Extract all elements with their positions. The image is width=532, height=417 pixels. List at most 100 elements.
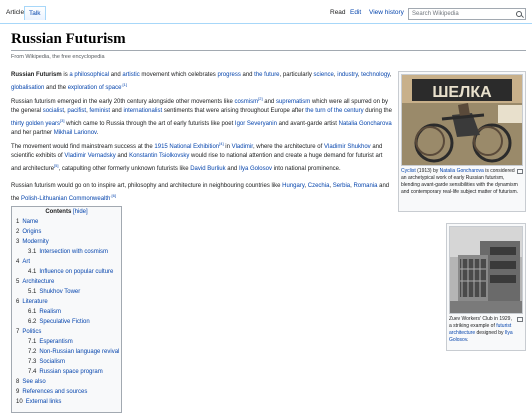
search-icon[interactable] <box>516 11 522 17</box>
toc-item-link[interactable]: Name <box>22 219 38 225</box>
toc-item[interactable]: 7.4 Russian space program <box>16 367 117 377</box>
toc-item[interactable]: 7 Politics <box>16 327 117 337</box>
text-run: , <box>389 72 392 78</box>
toc-item[interactable]: 7.3 Socialism <box>16 357 117 367</box>
citation-link[interactable]: .[6] <box>110 193 116 198</box>
inline-link[interactable]: Cyclist <box>401 168 416 174</box>
text-run: , where the architecture of <box>252 144 324 150</box>
inline-link[interactable]: socialist <box>43 108 64 114</box>
toc-item[interactable]: 6.2 Speculative Fiction <box>16 317 117 327</box>
toc-item[interactable]: 6 Literature <box>16 297 117 307</box>
toc-item-link[interactable]: Influence on popular culture <box>39 269 113 275</box>
search-input[interactable]: Search Wikipedia <box>408 8 526 20</box>
inline-link[interactable]: internationalist <box>123 108 162 114</box>
toc-item[interactable]: 7.2 Non-Russian language revival <box>16 347 119 357</box>
painting-lettering: ШЕЛКА <box>432 84 492 101</box>
inline-link[interactable]: Vladimir Vernadsky <box>64 153 115 159</box>
toc-item[interactable]: 3 Modernity <box>16 237 117 247</box>
toc-item-link[interactable]: Modernity <box>22 239 48 245</box>
inline-link[interactable]: the future <box>254 72 279 78</box>
inline-link[interactable]: progress <box>217 72 240 78</box>
toc-item-link[interactable]: Russian space program <box>39 369 102 375</box>
inline-link[interactable]: exploration of space <box>68 85 122 91</box>
inline-link[interactable]: Romania <box>353 183 377 189</box>
enlarge-icon[interactable] <box>517 317 523 322</box>
toc-item[interactable]: 6.1 Realism <box>16 307 117 317</box>
inline-link[interactable]: industry <box>337 72 358 78</box>
toc-item-link[interactable]: Literature <box>22 299 47 305</box>
inline-link[interactable]: Czechia <box>308 183 330 189</box>
inline-link[interactable]: globalisation <box>11 85 44 91</box>
inline-link[interactable]: thirty golden years <box>11 121 60 127</box>
toc-item-link[interactable]: Art <box>22 259 30 265</box>
zuev-workers-club-image[interactable] <box>449 226 523 314</box>
inline-link[interactable]: Vladimir <box>232 144 253 150</box>
toc-item[interactable]: 4.1 Influence on popular culture <box>16 267 117 277</box>
toc-item-link[interactable]: Realism <box>39 309 61 315</box>
toc-item-link[interactable]: See also <box>22 379 45 385</box>
toc-item[interactable]: 4 Art <box>16 257 117 267</box>
inline-link[interactable]: Natalia Goncharova <box>440 168 484 174</box>
toc-item-link[interactable]: Origins <box>22 229 41 235</box>
inline-link[interactable]: Mikhail Larionov <box>54 130 97 136</box>
tab-view-history[interactable]: View history <box>369 9 404 16</box>
inline-link[interactable]: Hungary <box>282 183 304 189</box>
tab-read[interactable]: Read <box>330 9 346 16</box>
toc-item-link[interactable]: Non-Russian language revival <box>39 349 119 355</box>
cyclist-painting-image[interactable]: ШЕЛКА <box>401 74 523 166</box>
toc-item-number: 7.4 <box>28 369 37 375</box>
inline-link[interactable]: science <box>314 72 334 78</box>
inline-link[interactable]: Natalia Goncharova <box>339 121 392 127</box>
inline-link[interactable]: the turn of the century <box>305 108 363 114</box>
enlarge-icon[interactable] <box>517 169 523 174</box>
toc-item-link[interactable]: Speculative Fiction <box>39 319 89 325</box>
inline-link[interactable]: feminist <box>89 108 110 114</box>
inline-link[interactable]: Serbia <box>333 183 350 189</box>
toc-item-link[interactable]: Politics <box>22 329 41 335</box>
text-run: and <box>225 166 239 172</box>
toc-item-link[interactable]: External links <box>26 399 62 405</box>
inline-link[interactable]: Igor Severyanin <box>235 121 277 127</box>
toc-item[interactable]: 10 External links <box>16 397 117 407</box>
toc-item[interactable]: 1 Name <box>16 217 117 227</box>
inline-link[interactable]: David Burliuk <box>190 166 225 172</box>
toc-item-link[interactable]: Esperantism <box>39 339 72 345</box>
inline-link[interactable]: Konstantin Tsiolkovsky <box>129 153 189 159</box>
inline-link[interactable]: suprematism <box>276 99 310 105</box>
tab-article[interactable]: Article <box>6 9 24 16</box>
text-run: and <box>262 99 276 105</box>
inline-link[interactable]: 1915 National Exhibition <box>154 144 219 150</box>
inline-link[interactable]: a philosophical <box>69 72 109 78</box>
toc-item[interactable]: 7.1 Esperantism <box>16 337 117 347</box>
inline-link[interactable]: pacifist <box>67 108 86 114</box>
toc-item-link[interactable]: Socialism <box>39 359 65 365</box>
toc-title: Contents <box>45 209 72 215</box>
table-of-contents: Contents [hide] 1 Name 2 Origins 3 Modernity 3… <box>11 206 122 413</box>
toc-item[interactable]: 3.1 Intersection with cosmism <box>16 247 117 257</box>
inline-link[interactable]: artistic <box>122 72 139 78</box>
toc-item-link[interactable]: Shukhov Tower <box>39 289 80 295</box>
toc-item-link[interactable]: References and sources <box>22 389 87 395</box>
toc-hide-toggle[interactable]: [hide] <box>73 209 88 215</box>
inline-link[interactable]: technology <box>361 72 390 78</box>
text-run: , catapulting other formerly unknown fut… <box>58 166 191 172</box>
toc-item-link[interactable]: Architecture <box>22 279 54 285</box>
toc-item[interactable]: 2 Origins <box>16 227 117 237</box>
tab-edit[interactable]: Edit <box>350 9 361 16</box>
paragraph-intro: Russian Futurism is a philosophical and … <box>11 71 393 93</box>
tab-talk[interactable]: Talk <box>24 6 46 20</box>
toc-item[interactable]: 5 Architecture <box>16 277 117 287</box>
toc-item[interactable]: 8 See also <box>16 377 117 387</box>
text-run: sentiments that were arising throughout … <box>162 108 306 114</box>
page-subtitle: From Wikipedia, the free encyclopedia <box>11 54 105 60</box>
page-title: Russian Futurism <box>11 31 126 47</box>
inline-link[interactable]: Vladimir Shukhov <box>324 144 371 150</box>
toc-item[interactable]: 5.1 Shukhov Tower <box>16 287 117 297</box>
citation-link[interactable]: .[1] <box>121 82 127 87</box>
inline-link[interactable]: cosmism <box>234 99 258 105</box>
toc-item-link[interactable]: Intersection with cosmism <box>39 249 108 255</box>
inline-link[interactable]: Polish-Lithuanian Commonwealth <box>21 196 110 202</box>
toc-item[interactable]: 9 References and sources <box>16 387 117 397</box>
text-run: and <box>110 108 124 114</box>
inline-link[interactable]: Ilya Golosov <box>239 166 272 172</box>
